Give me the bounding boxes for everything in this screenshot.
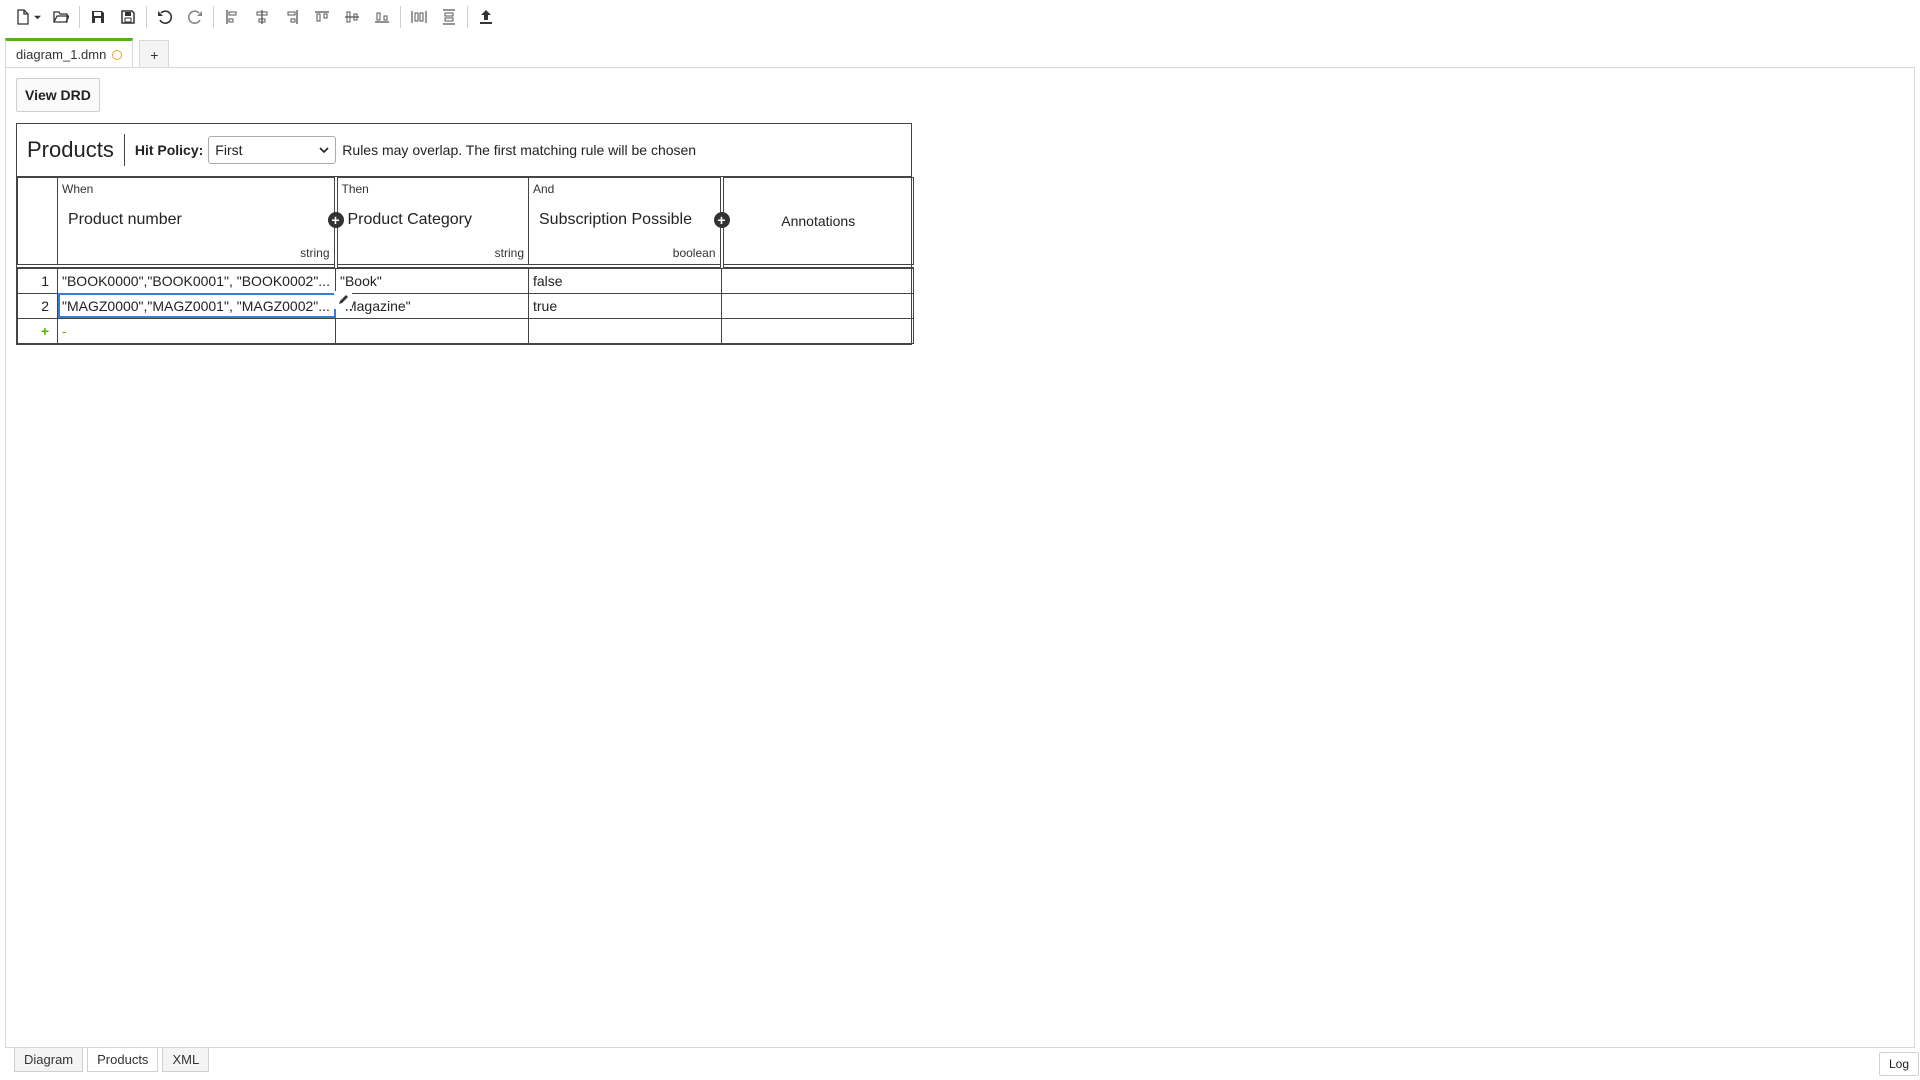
output-cell[interactable]: "Magazine" bbox=[335, 292, 529, 319]
tab-products[interactable]: Products bbox=[87, 1048, 159, 1072]
file-tabs: diagram_1.dmn + bbox=[5, 38, 170, 68]
unsaved-indicator-icon bbox=[112, 49, 123, 60]
chevron-down-icon bbox=[319, 147, 329, 154]
add-tab-button[interactable]: + bbox=[139, 40, 170, 68]
input-label: Product number bbox=[68, 211, 182, 228]
input-clause-label: When bbox=[62, 182, 94, 196]
table-row: 2 "MAGZ0000","MAGZ0001", "MAGZ0002"... "… bbox=[17, 292, 914, 319]
output-type-ref: string bbox=[494, 245, 524, 260]
open-folder-icon[interactable] bbox=[46, 2, 76, 32]
deploy-icon[interactable] bbox=[471, 2, 501, 32]
annotation-cell[interactable] bbox=[721, 292, 914, 319]
log-button[interactable]: Log bbox=[1879, 1052, 1920, 1076]
tab-xml[interactable]: XML bbox=[162, 1048, 210, 1072]
redo-icon[interactable] bbox=[180, 2, 210, 32]
output-cell[interactable]: false bbox=[528, 267, 722, 294]
save-as-icon[interactable] bbox=[113, 2, 143, 32]
decision-table-header: Products Hit Policy: First Rules may ove… bbox=[17, 124, 911, 177]
align-middle-icon[interactable] bbox=[337, 2, 367, 32]
input-column-header[interactable]: When Product number string + bbox=[57, 177, 344, 266]
rules-table: When Product number string + Then Produc… bbox=[17, 177, 914, 344]
chevron-down-icon[interactable] bbox=[32, 2, 42, 32]
empty-cell[interactable] bbox=[335, 317, 529, 344]
decision-table: Products Hit Policy: First Rules may ove… bbox=[16, 123, 914, 345]
input-cell[interactable]: "BOOK0000","BOOK0001", "BOOK0002"... bbox=[57, 267, 336, 294]
align-left-icon[interactable] bbox=[217, 2, 247, 32]
align-top-icon[interactable] bbox=[307, 2, 337, 32]
hit-policy-value: First bbox=[215, 142, 243, 158]
output-label: Product Category bbox=[347, 211, 473, 228]
table-row: 1 "BOOK0000","BOOK0001", "BOOK0002"... "… bbox=[17, 267, 914, 294]
input-type-ref: string bbox=[300, 245, 330, 260]
view-drd-button[interactable]: View DRD bbox=[16, 78, 100, 112]
output-type-ref: boolean bbox=[672, 245, 716, 260]
add-input-icon[interactable]: + bbox=[327, 212, 344, 228]
hit-policy-description: Rules may overlap. The first matching ru… bbox=[342, 142, 697, 158]
output-cell[interactable]: "Book" bbox=[335, 267, 529, 294]
annotations-header[interactable]: Annotations bbox=[721, 177, 914, 266]
file-tab-label: diagram_1.dmn bbox=[16, 47, 107, 62]
rule-index: 1 bbox=[17, 267, 58, 294]
edit-pencil-icon[interactable] bbox=[334, 291, 352, 309]
align-bottom-icon[interactable] bbox=[367, 2, 397, 32]
toolbar bbox=[0, 0, 1920, 34]
distribute-vertical-icon[interactable] bbox=[434, 2, 464, 32]
output-column-header[interactable]: And Subscription Possible boolean + bbox=[528, 177, 730, 266]
index-header bbox=[17, 177, 58, 266]
output-column-header[interactable]: Then Product Category string bbox=[335, 177, 529, 266]
toolbar-separator bbox=[146, 6, 147, 28]
empty-cell[interactable] bbox=[721, 317, 914, 344]
hit-policy-label: Hit Policy: bbox=[134, 142, 204, 158]
align-right-icon[interactable] bbox=[277, 2, 307, 32]
output-clause-label: And bbox=[533, 182, 555, 196]
view-tabs: Diagram Products XML bbox=[14, 1048, 210, 1072]
add-rule-button[interactable]: + bbox=[17, 317, 58, 344]
output-cell[interactable]: true bbox=[528, 292, 722, 319]
rule-index: 2 bbox=[17, 292, 58, 319]
add-rule-row[interactable]: + - bbox=[17, 317, 914, 344]
decision-name[interactable]: Products bbox=[27, 137, 124, 163]
undo-icon[interactable] bbox=[150, 2, 180, 32]
align-center-icon[interactable] bbox=[247, 2, 277, 32]
toolbar-separator bbox=[79, 6, 80, 28]
distribute-horizontal-icon[interactable] bbox=[404, 2, 434, 32]
header-divider bbox=[123, 134, 125, 166]
hit-policy-select[interactable]: First bbox=[208, 136, 337, 164]
empty-cell[interactable] bbox=[528, 317, 722, 344]
add-rule-placeholder[interactable]: - bbox=[57, 317, 336, 344]
annotation-cell[interactable] bbox=[721, 267, 914, 294]
toolbar-separator bbox=[213, 6, 214, 28]
toolbar-separator bbox=[467, 6, 468, 28]
input-cell[interactable]: "MAGZ0000","MAGZ0001", "MAGZ0002"... bbox=[57, 292, 336, 319]
output-label: Subscription Possible bbox=[539, 211, 692, 228]
file-tab-diagram[interactable]: diagram_1.dmn bbox=[5, 38, 134, 68]
output-clause-label: Then bbox=[341, 182, 369, 196]
toolbar-separator bbox=[400, 6, 401, 28]
tab-diagram[interactable]: Diagram bbox=[14, 1048, 84, 1072]
save-icon[interactable] bbox=[83, 2, 113, 32]
add-output-icon[interactable]: + bbox=[713, 212, 730, 228]
